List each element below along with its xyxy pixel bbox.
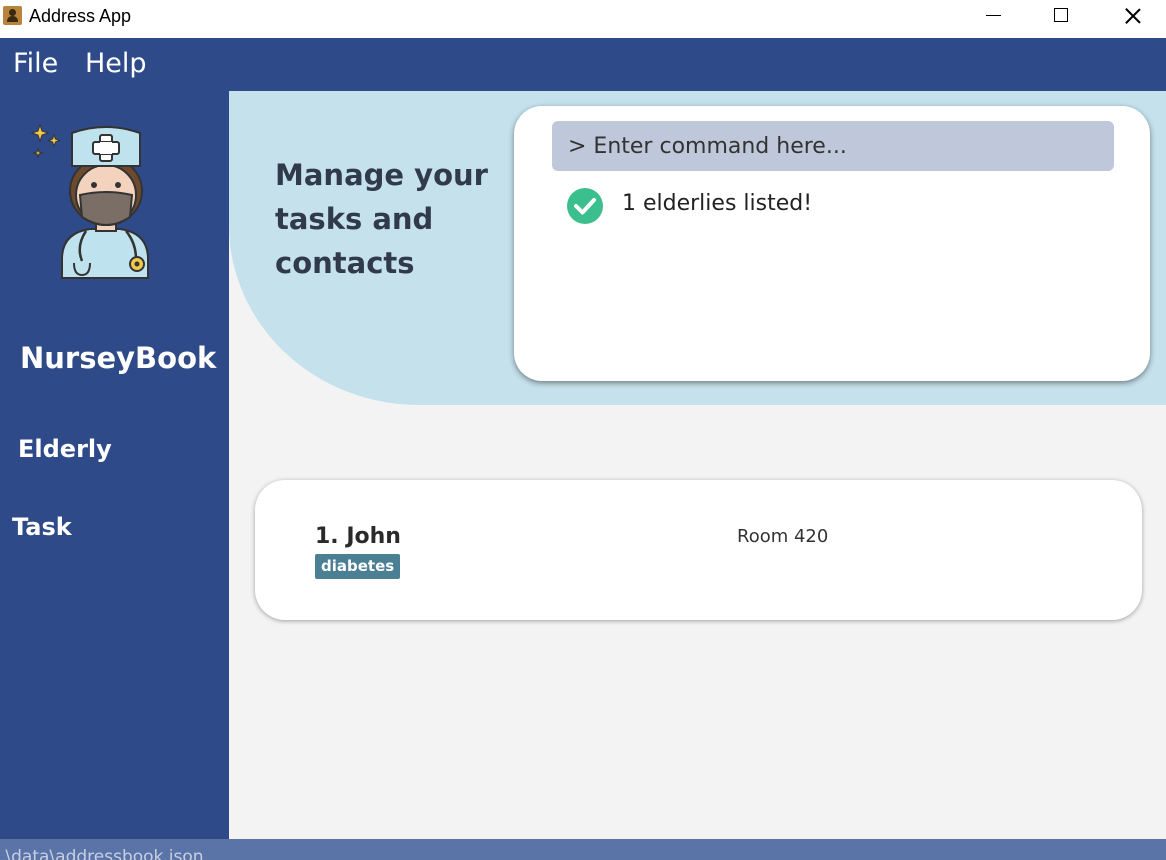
nav-task[interactable]: Task (12, 513, 72, 541)
elderly-card[interactable]: 1. John diabetes Room 420 (255, 480, 1142, 620)
minimize-button[interactable] (958, 0, 1028, 34)
elderly-list: 1. John diabetes Room 420 (229, 405, 1166, 839)
tag-badge: diabetes (315, 554, 401, 579)
menu-file[interactable]: File (13, 48, 58, 79)
sidebar: NurseyBook Elderly Task (0, 91, 229, 839)
menu-help[interactable]: Help (85, 48, 147, 79)
command-card: 1 elderlies listed! (514, 106, 1150, 381)
title-bar: Address App (0, 0, 1166, 38)
menu-bar: File Help (0, 38, 1166, 91)
app-icon (3, 6, 22, 25)
check-icon (567, 188, 603, 224)
nurse-avatar-icon (30, 123, 149, 279)
elderly-room: Room 420 (737, 526, 829, 547)
status-bar: .\data\addressbook.json (0, 839, 1166, 860)
header-panel: Manage your tasks and contacts 1 elderli… (229, 91, 1166, 405)
result-message: 1 elderlies listed! (622, 191, 813, 216)
app-name: NurseyBook (20, 341, 217, 375)
nav-elderly[interactable]: Elderly (18, 435, 112, 463)
close-button[interactable] (1096, 0, 1166, 34)
tagline: Manage your tasks and contacts (275, 158, 488, 280)
status-file-path: .\data\addressbook.json (0, 847, 204, 860)
window-title: Address App (29, 6, 132, 26)
maximize-button[interactable] (1027, 0, 1097, 34)
elderly-name: 1. John (315, 524, 401, 549)
command-input[interactable] (552, 121, 1114, 171)
